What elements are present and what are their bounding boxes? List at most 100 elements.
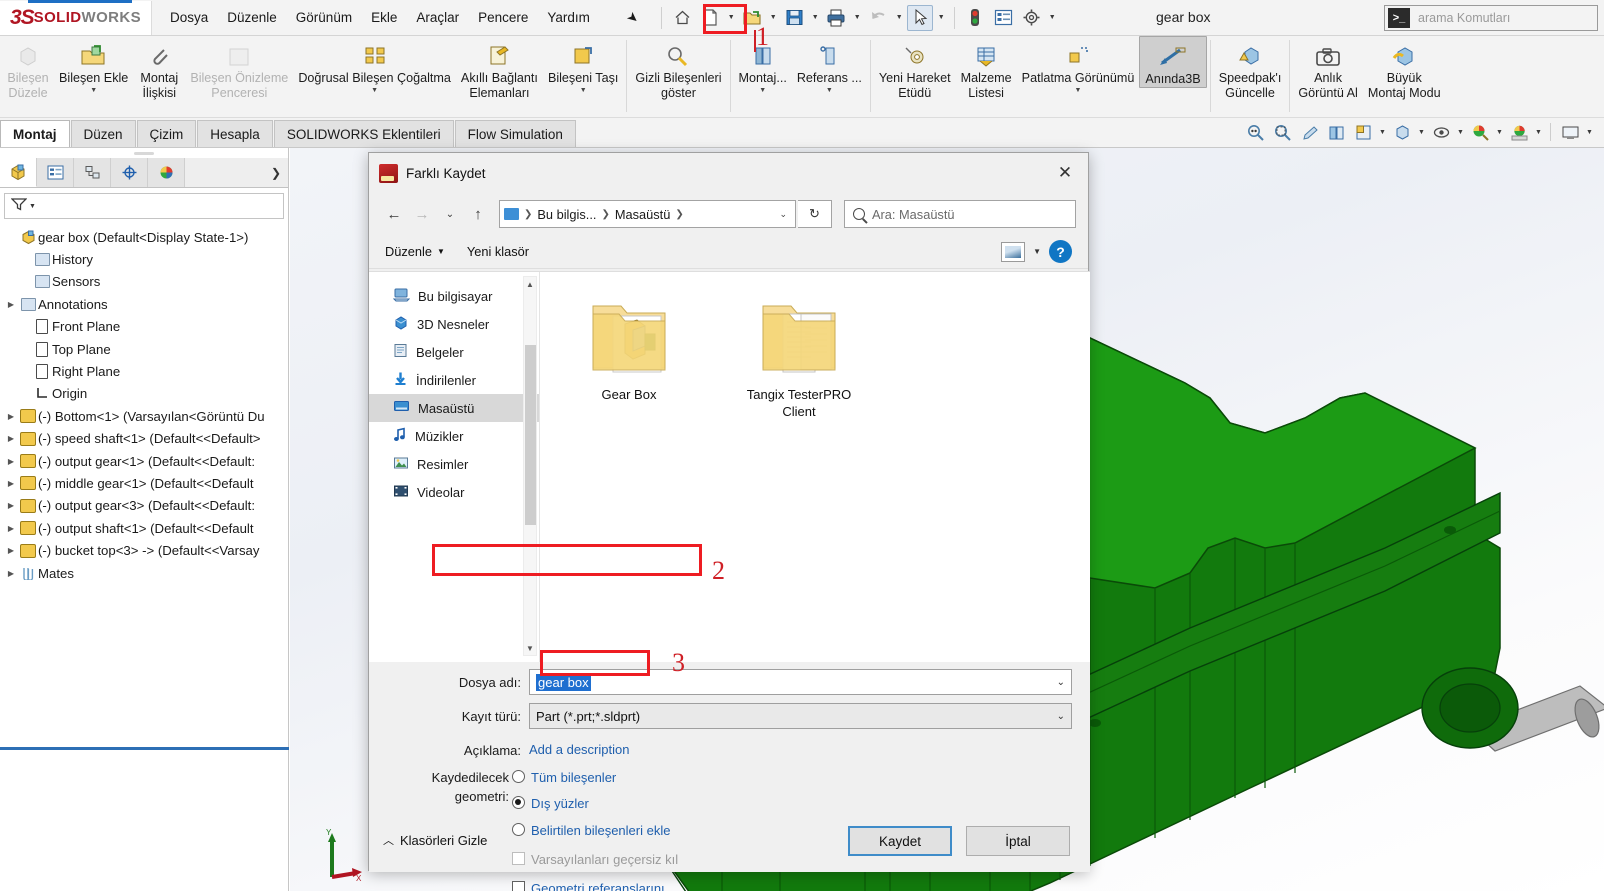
breadcrumb-item-desktop[interactable]: Masaüstü [612, 207, 673, 222]
tree-item-middle-gear[interactable]: ▶ (-) middle gear<1> (Default<<Default [4, 472, 288, 494]
tab-cizim[interactable]: Çizim [136, 120, 197, 147]
breadcrumb-chevron-down-icon[interactable]: ⌄ [779, 209, 791, 220]
tree-expander[interactable]: ▶ [4, 546, 18, 555]
rebuild-traffic-light-icon[interactable] [962, 5, 988, 31]
tree-expander[interactable]: ▶ [4, 569, 18, 578]
close-icon[interactable]: ✕ [1042, 158, 1088, 188]
property-manager-tab[interactable] [37, 158, 74, 187]
tree-item-output-gear-3[interactable]: ▶ (-) output gear<3> (Default<<Default: [4, 495, 288, 517]
checkbox-icon[interactable] [512, 881, 525, 891]
place-bu-bilgisayar[interactable]: Bu bilgisayar [369, 282, 539, 310]
chevron-down-icon[interactable]: ▼ [759, 87, 766, 94]
place-masaustu[interactable]: Masaüstü [369, 394, 539, 422]
tree-item-right-plane[interactable]: Right Plane [4, 360, 288, 382]
tab-montaj[interactable]: Montaj [0, 120, 70, 147]
chevron-down-icon[interactable]: ▼ [371, 87, 378, 94]
dialog-search-input[interactable]: Ara: Masaüstü [844, 200, 1076, 228]
place-3d-nesneler[interactable]: 3D Nesneler [369, 310, 539, 338]
place-belgeler[interactable]: Belgeler [369, 338, 539, 366]
ribbon-take-snapshot[interactable]: Anlık Görüntü Al [1293, 36, 1363, 101]
menu-item-pencere[interactable]: Pencere [478, 10, 528, 25]
ribbon-insert-component[interactable]: Bileşen Ekle ▼ [54, 36, 133, 94]
scroll-down-icon[interactable]: ▼ [524, 641, 536, 655]
radio-icon[interactable] [512, 796, 525, 809]
arrow-up-icon[interactable]: ↑ [465, 201, 491, 227]
section-view-icon[interactable] [1324, 120, 1348, 144]
tree-expander[interactable]: ▶ [4, 412, 18, 421]
tree-item-annotations[interactable]: ▶ Annotations [4, 293, 288, 315]
chevron-down-icon[interactable]: ▼ [580, 87, 587, 94]
ribbon-mate[interactable]: Montaj İlişkisi [133, 36, 185, 101]
tree-expander[interactable]: ▶ [4, 524, 18, 533]
ribbon-new-motion-study[interactable]: Yeni Hareket Etüdü [874, 36, 956, 101]
recent-locations-chevron-down-icon[interactable]: ⌄ [437, 201, 463, 227]
settings-gear-icon[interactable] [1018, 5, 1044, 31]
undo-caret-icon[interactable]: ▼ [893, 5, 905, 31]
scrollbar-thumb[interactable] [525, 345, 536, 525]
tree-item-mates[interactable]: ▶ Mates [4, 562, 288, 584]
print-caret-icon[interactable]: ▼ [851, 5, 863, 31]
tree-expander[interactable]: ▶ [4, 501, 18, 510]
command-search-box[interactable]: >_ arama Komutları [1384, 5, 1598, 31]
display-style-icon[interactable] [1390, 120, 1414, 144]
hide-folders-button[interactable]: ︿ Klasörleri Gizle [383, 832, 487, 848]
tree-item-bottom[interactable]: ▶ (-) Bottom<1> (Varsayılan<Görüntü Du [4, 405, 288, 427]
home-icon[interactable] [669, 5, 695, 31]
tree-root-row[interactable]: gear box (Default<Display State-1>) [4, 226, 288, 248]
place-videolar[interactable]: Videolar [369, 478, 539, 506]
folder-item[interactable]: Tangix TesterPRO Client [734, 296, 864, 420]
radio-icon[interactable] [512, 770, 525, 783]
ribbon-move-component[interactable]: Bileşeni Taşı ▼ [543, 36, 623, 94]
apply-scene-icon[interactable] [1507, 120, 1531, 144]
tab-flow-simulation[interactable]: Flow Simulation [454, 120, 576, 147]
breadcrumb-item-pc[interactable]: Bu bilgis... [534, 207, 599, 222]
tree-item-history[interactable]: History [4, 248, 288, 270]
option-tum-bilesenler[interactable]: Tüm bileşenler [512, 768, 681, 787]
dis-yuzler-radio[interactable]: Dış yüzler [512, 794, 681, 813]
ribbon-instant3d[interactable]: Anında3B [1139, 36, 1207, 88]
select-arrow-icon[interactable] [907, 4, 934, 31]
place-indirilenler[interactable]: İndirilenler [369, 366, 539, 394]
view-mode-icon[interactable] [1001, 241, 1026, 262]
breadcrumb-bar[interactable]: ❯ Bu bilgis... ❯ Masaüstü ❯ ⌄ [499, 200, 796, 228]
feature-manager-tab[interactable] [0, 158, 37, 187]
dialog-file-list[interactable]: Gear Box Tangix TesterPRO Client [539, 272, 1090, 662]
tree-expander[interactable]: ▶ [4, 457, 18, 466]
save-caret-icon[interactable]: ▼ [809, 5, 821, 31]
save-icon[interactable] [781, 5, 807, 31]
ribbon-bom[interactable]: Malzeme Listesi [956, 36, 1017, 101]
option-geometri-referanslarini-koru[interactable]: Geometri referanslarını koru [512, 879, 681, 891]
save-as-dialog[interactable]: Farklı Kaydet ✕ ← → ⌄ ↑ ❯ Bu bilgis... ❯… [368, 152, 1090, 891]
open-folder-caret-icon[interactable]: ▼ [767, 5, 779, 31]
view-settings-caret-icon[interactable]: ▼ [1585, 129, 1594, 136]
menu-item-duzenle[interactable]: Düzenle [227, 10, 277, 25]
apply-scene-caret-icon[interactable]: ▼ [1534, 129, 1543, 136]
tree-item-speed-shaft[interactable]: ▶ (-) speed shaft<1> (Default<<Default> [4, 428, 288, 450]
hide-show-items-caret-icon[interactable]: ▼ [1456, 129, 1465, 136]
tab-solidworks-eklentileri[interactable]: SOLIDWORKS Eklentileri [273, 120, 454, 147]
ribbon-large-assembly-mode[interactable]: Büyük Montaj Modu [1363, 36, 1446, 101]
menu-item-dosya[interactable]: Dosya [170, 10, 208, 25]
tree-item-sensors[interactable]: Sensors [4, 271, 288, 293]
print-icon[interactable] [823, 5, 849, 31]
place-muzikler[interactable]: Müzikler [369, 422, 539, 450]
ribbon-reference-geometry[interactable]: Referans ... ▼ [792, 36, 867, 94]
menu-item-gorunum[interactable]: Görünüm [296, 10, 352, 25]
tree-item-front-plane[interactable]: Front Plane [4, 316, 288, 338]
pin-icon[interactable]: ➤ [623, 8, 642, 28]
hide-show-items-icon[interactable] [1429, 120, 1453, 144]
settings-caret-icon[interactable]: ▼ [1046, 5, 1058, 31]
new-folder-button[interactable]: Yeni klasör [467, 244, 529, 259]
view-mode-chevron-down-icon[interactable]: ▼ [1033, 247, 1041, 256]
description-link[interactable]: Add a description [529, 742, 629, 757]
tab-duzen[interactable]: Düzen [70, 120, 136, 147]
menu-item-ekle[interactable]: Ekle [371, 10, 397, 25]
previous-view-icon[interactable] [1297, 120, 1321, 144]
chevron-down-icon[interactable]: ▼ [1075, 87, 1082, 94]
menu-item-yardim[interactable]: Yardım [547, 10, 590, 25]
tree-expander[interactable]: ▶ [4, 479, 18, 488]
options-list-icon[interactable] [990, 5, 1016, 31]
tree-item-bucket-top[interactable]: ▶ (-) bucket top<3> -> (Default<<Varsay [4, 539, 288, 561]
select-arrow-caret-icon[interactable]: ▼ [935, 5, 947, 31]
place-resimler[interactable]: Resimler [369, 450, 539, 478]
